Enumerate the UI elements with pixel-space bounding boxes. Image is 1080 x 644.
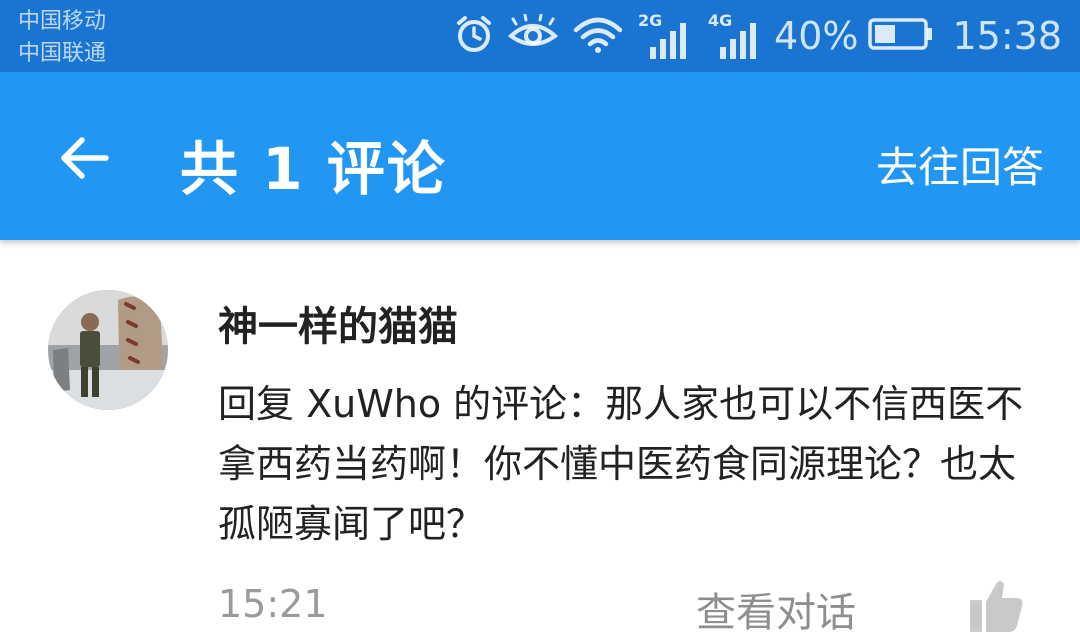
status-clock: 15:38 (952, 14, 1062, 58)
comment-username[interactable]: 神一样的猫猫 (218, 294, 458, 352)
comment-item: 神一样的猫猫 回复 XuWho 的评论：那人家也可以不信西医不拿西药当药啊！你不… (0, 240, 1080, 644)
carrier-1: 中国移动 (18, 9, 107, 34)
thumbs-up-icon (970, 581, 1023, 632)
wifi-icon (572, 14, 624, 58)
carrier-info: 中国移动 中国联通 (18, 6, 106, 70)
battery-icon (868, 16, 934, 56)
alarm-icon (454, 14, 494, 58)
like-button[interactable] (966, 576, 1026, 636)
signal-2g-icon: 2G (638, 11, 694, 61)
carrier-2: 中国联通 (18, 41, 107, 66)
comment-body: 回复 XuWho 的评论：那人家也可以不信西医不拿西药当药啊！你不懂中医药食同源… (218, 382, 1024, 546)
back-button[interactable] (52, 126, 116, 190)
comment-timestamp: 15:21 (218, 582, 328, 626)
avatar[interactable] (48, 290, 168, 410)
page-title: 共 1 评论 (180, 135, 447, 203)
signal-4g-icon: 4G (708, 11, 764, 61)
status-icons: 2G 4G 40% 15:38 (440, 8, 1062, 64)
eye-icon (507, 13, 559, 58)
status-bar: 中国移动 中国联通 2G 4G 40% 15:38 (0, 0, 1080, 72)
view-conversation-button[interactable]: 查看对话 (696, 580, 856, 638)
app-toolbar: 共 1 评论 去往回答 (0, 72, 1080, 240)
back-arrow-icon (61, 137, 109, 179)
go-to-answer-button[interactable]: 去往回答 (876, 134, 1044, 195)
avatar-photo (48, 290, 168, 410)
battery-percent: 40% (774, 14, 859, 58)
